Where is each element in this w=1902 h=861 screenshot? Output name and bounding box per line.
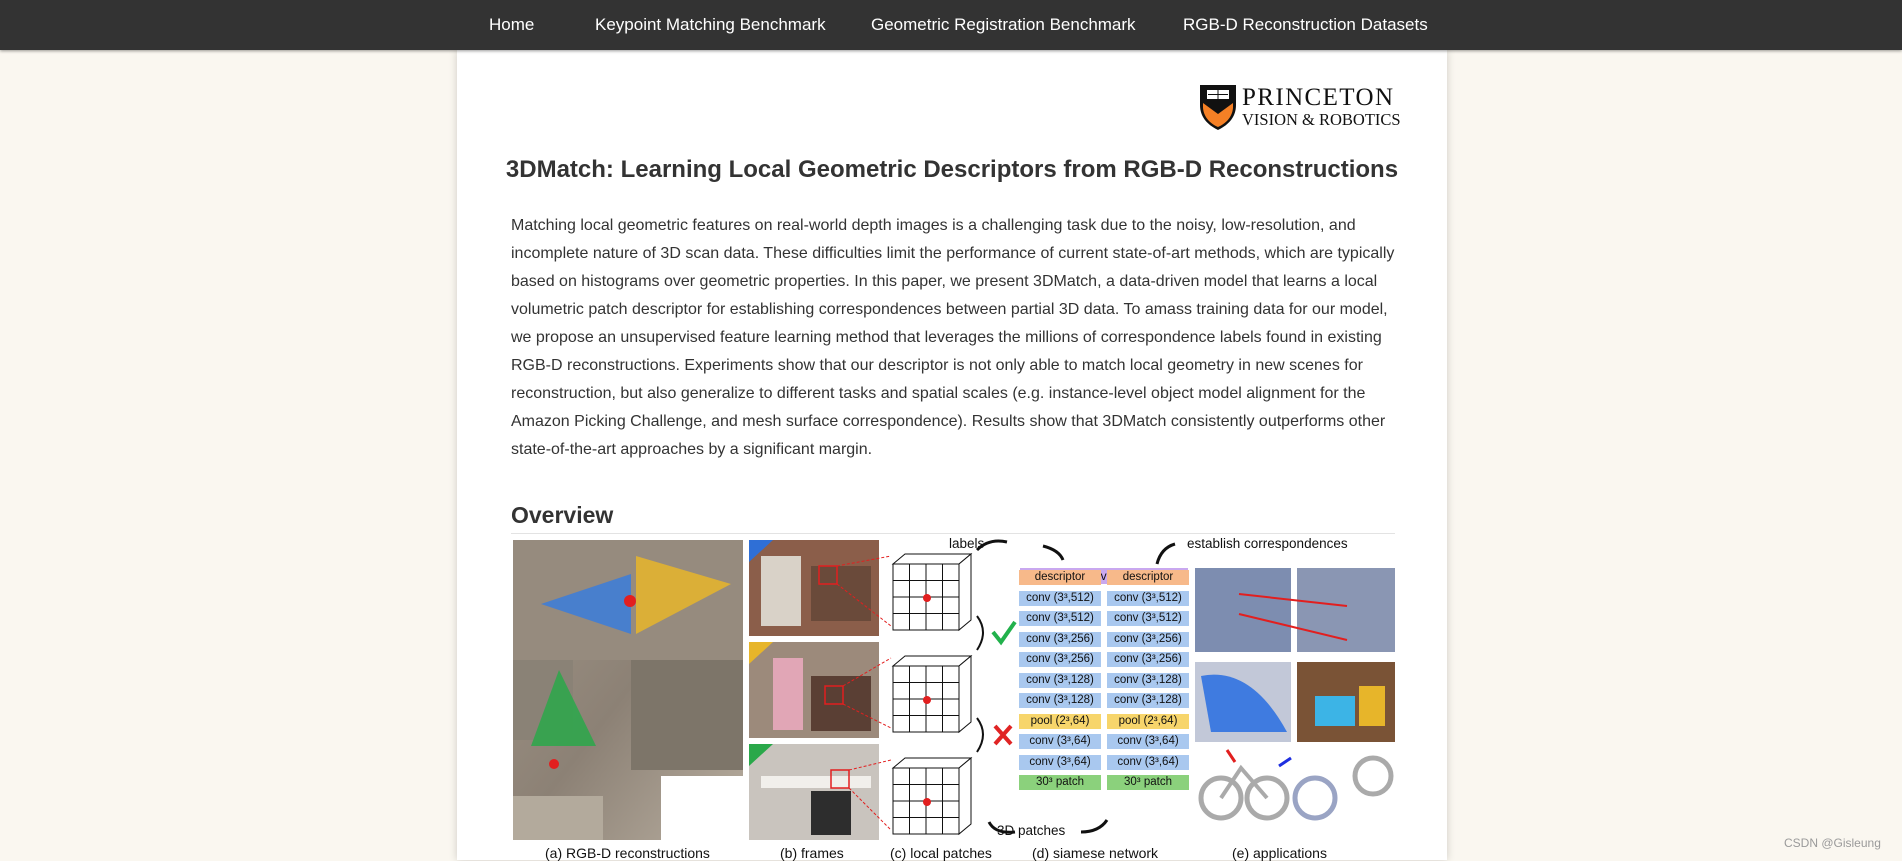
layer-conv: conv (3³,64)	[1107, 734, 1189, 749]
princeton-logo[interactable]: PRINCETON VISION & ROBOTICS	[1198, 81, 1401, 131]
nav-keypoint-matching-link[interactable]: Keypoint Matching Benchmark	[595, 0, 826, 50]
page-title: 3DMatch: Learning Local Geometric Descri…	[505, 156, 1399, 183]
nav-rgbd-datasets-link[interactable]: RGB-D Reconstruction Datasets	[1183, 0, 1428, 50]
layer-conv: conv (3³,64)	[1107, 754, 1189, 770]
caption-siamese-network: (d) siamese network	[1032, 845, 1159, 861]
caption-local-patches: (c) local patches	[890, 845, 992, 861]
layer-conv: conv (3³,256)	[1107, 631, 1189, 647]
nav-geometric-registration-link[interactable]: Geometric Registration Benchmark	[871, 0, 1136, 50]
layer-conv: conv (3³,128)	[1019, 693, 1101, 708]
layer-patch: 30³ patch	[1107, 775, 1189, 790]
abstract-paragraph: Matching local geometric features on rea…	[511, 217, 1395, 458]
layer-conv: conv (3³,128)	[1107, 672, 1189, 688]
layer-conv: conv (3³,256)	[1107, 652, 1189, 667]
layer-conv: conv (3³,128)	[1019, 672, 1101, 688]
layer-pool: pool (2³,64)	[1107, 713, 1189, 729]
figure-label-establish: establish correspondences	[1187, 536, 1348, 551]
content-panel: PRINCETON VISION & ROBOTICS 3DMatch: Lea…	[457, 50, 1447, 861]
layer-conv: conv (3³,128)	[1107, 693, 1189, 708]
layer-conv: conv (3³,256)	[1019, 652, 1101, 667]
applications-images	[1195, 568, 1395, 821]
layer-conv: conv (3³,512)	[1019, 590, 1101, 606]
layer-descriptor: descriptor	[1019, 570, 1101, 585]
figure-label-patches: 3D patches	[997, 823, 1066, 838]
layer-pool: pool (2³,64)	[1019, 713, 1101, 729]
layer-conv: conv (3³,256)	[1019, 631, 1101, 647]
local-patch-cubes	[891, 552, 973, 836]
figure-label-labels: labels	[949, 536, 985, 551]
layer-conv: conv (3³,512)	[1107, 590, 1189, 606]
logo-vision-robotics-text: VISION & ROBOTICS	[1242, 110, 1401, 129]
logo-princeton-text: PRINCETON	[1242, 84, 1395, 111]
caption-frames: (b) frames	[780, 845, 844, 861]
siamese-branch-left: descriptor conv (3³,512) conv (3³,512) c…	[1019, 570, 1101, 796]
layer-patch: 30³ patch	[1019, 775, 1101, 790]
overview-figure-graphic	[513, 539, 1395, 840]
caption-reconstructions: (a) RGB-D reconstructions	[545, 845, 710, 861]
csdn-watermark: CSDN @Gisleung	[1784, 836, 1881, 850]
rgbd-reconstruction-image	[513, 540, 743, 840]
caption-applications: (e) applications	[1232, 845, 1327, 861]
layer-conv: conv (3³,64)	[1019, 734, 1101, 749]
overview-heading: Overview	[511, 502, 1395, 534]
layer-conv: conv (3³,512)	[1107, 611, 1189, 626]
top-navbar: Home Keypoint Matching Benchmark Geometr…	[0, 0, 1902, 50]
rgbd-frames-images	[749, 540, 892, 840]
layer-conv: conv (3³,512)	[1019, 611, 1101, 626]
princeton-shield-icon	[1200, 85, 1236, 130]
match-cross-icon	[993, 724, 1013, 746]
layer-conv: conv (3³,64)	[1019, 754, 1101, 770]
overview-figure: labels establish correspondences 3D patc…	[511, 536, 1395, 860]
siamese-branch-right: descriptor conv (3³,512) conv (3³,512) c…	[1107, 570, 1189, 796]
nav-home-link[interactable]: Home	[489, 0, 534, 50]
layer-descriptor: descriptor	[1107, 570, 1189, 585]
match-check-icon	[991, 620, 1017, 646]
